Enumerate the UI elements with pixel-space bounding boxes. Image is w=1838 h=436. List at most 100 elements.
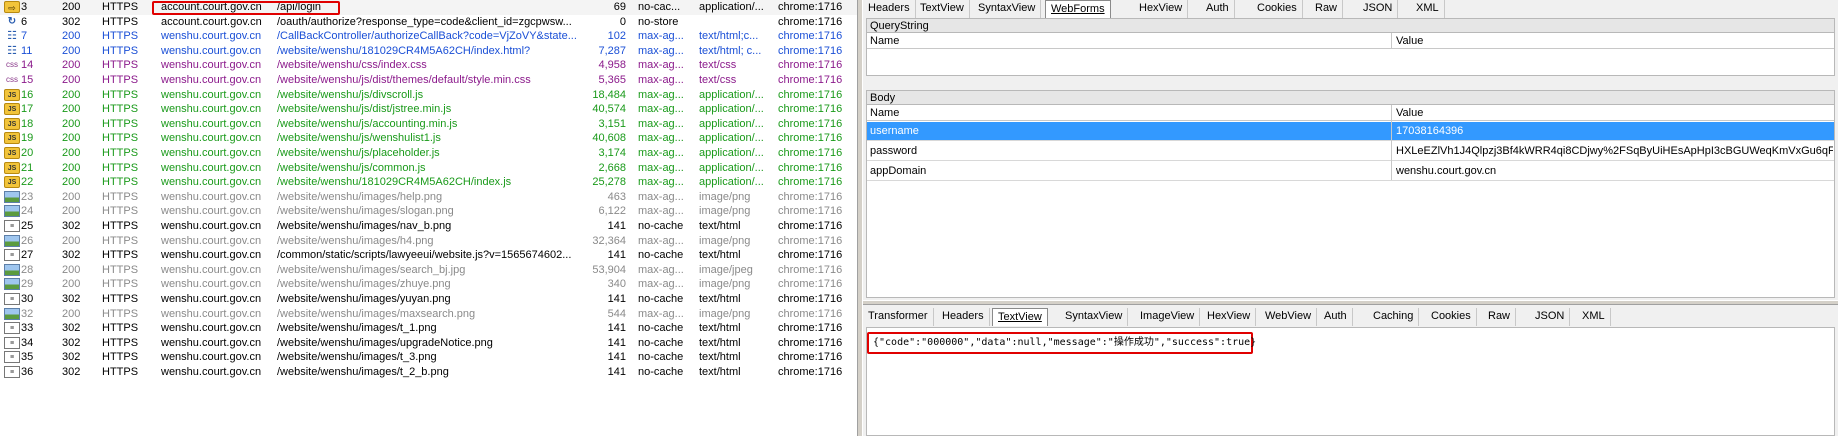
response-tab-webview[interactable]: WebView [1260, 308, 1318, 326]
session-host: wenshu.court.gov.cn [161, 44, 262, 57]
session-host: wenshu.court.gov.cn [161, 336, 262, 349]
response-tab-imageview[interactable]: ImageView [1135, 308, 1201, 326]
session-host: wenshu.court.gov.cn [161, 220, 262, 232]
param-name: username [870, 125, 919, 137]
response-tab-xml[interactable]: XML [1577, 308, 1611, 326]
session-url: /website/wenshu/images/t_2_b.png [277, 366, 449, 378]
request-tab-headers[interactable]: Headers [863, 0, 916, 18]
session-host: wenshu.court.gov.cn [161, 351, 262, 364]
session-row[interactable]: ≡ 35 302 HTTPS wenshu.court.gov.cn/website/w… [0, 350, 857, 365]
session-process: chrome:1716 [778, 293, 843, 305]
session-content-type: application/... [699, 117, 764, 130]
response-tab-caching[interactable]: Caching [1368, 308, 1420, 326]
session-protocol: HTTPS [102, 220, 139, 232]
response-tab-raw[interactable]: Raw [1483, 308, 1517, 326]
response-text[interactable]: {"code":"000000","data":null,"message":"… [873, 333, 1256, 348]
querystring-grid[interactable]: Name Value [866, 32, 1835, 76]
request-tab-cookies[interactable]: Cookies [1252, 0, 1303, 18]
request-tab-raw[interactable]: Raw [1310, 0, 1344, 18]
response-tab-cookies[interactable]: Cookies [1426, 308, 1477, 326]
session-host: wenshu.court.gov.cn [161, 161, 262, 174]
session-row[interactable]: JS 18 200 HTTPS wenshu.court.gov.cn/website/… [0, 117, 857, 132]
session-row[interactable]: css 14 200 HTTPS wenshu.court.gov.cn/website… [0, 58, 857, 73]
session-row[interactable]: ≡ 30 302 HTTPS wenshu.court.gov.cn/website/w… [0, 292, 857, 307]
session-content-type: text/html [699, 293, 741, 305]
session-row[interactable]: css 15 200 HTTPS wenshu.court.gov.cn/website… [0, 73, 857, 88]
js-icon: JS [4, 103, 20, 116]
session-body-size: 2,668 [598, 161, 626, 174]
response-tab-headers[interactable]: Headers [937, 308, 990, 326]
request-tab-syntaxview[interactable]: SyntaxView [973, 0, 1042, 18]
session-row[interactable]: 24 200 HTTPS wenshu.court.gov.cn/website/we… [0, 204, 857, 219]
session-host: wenshu.court.gov.cn [161, 249, 262, 262]
horizontal-splitter[interactable] [863, 300, 1838, 305]
session-content-type: text/html [699, 220, 741, 232]
body-param-row[interactable]: appDomain wenshu.court.gov.cn [867, 162, 1834, 181]
session-row[interactable]: ≡ 36 302 HTTPS wenshu.court.gov.cn/website/w… [0, 365, 857, 380]
session-row[interactable]: JS 16 200 HTTPS wenshu.court.gov.cn/website/… [0, 88, 857, 103]
session-row[interactable]: ≡ 25 302 HTTPS wenshu.court.gov.cn/website/w… [0, 219, 857, 234]
session-protocol: HTTPS [102, 30, 139, 43]
session-row[interactable]: 28 200 HTTPS wenshu.court.gov.cn/website/we… [0, 263, 857, 278]
response-tab-auth[interactable]: Auth [1319, 308, 1353, 326]
session-process: chrome:1716 [778, 190, 843, 203]
querystring-col-name[interactable]: Name [867, 33, 899, 49]
response-tab-textview[interactable]: TextView [992, 308, 1048, 326]
session-row[interactable]: JS 21 200 HTTPS wenshu.court.gov.cn/website/… [0, 161, 857, 176]
param-name: password [870, 145, 918, 157]
session-protocol: HTTPS [102, 293, 139, 305]
session-row[interactable]: 26 200 HTTPS wenshu.court.gov.cn/website/we… [0, 234, 857, 249]
body-param-row[interactable]: username 17038164396 [867, 122, 1834, 141]
html-icon: ☷ [7, 44, 17, 57]
body-grid[interactable]: Name Value username 17038164396 password HX… [866, 104, 1835, 298]
session-row[interactable]: ⇨ 3 200 HTTPS account.court.gov.cn/api/login… [0, 0, 857, 15]
session-process: chrome:1716 [778, 220, 843, 232]
session-row[interactable]: ☷ 11 200 HTTPS wenshu.court.gov.cn/website/w… [0, 44, 857, 59]
session-url: /website/wenshu/181029CR4M5A62CH/index.j… [277, 176, 512, 189]
session-body-size: 3,151 [598, 117, 626, 130]
column-divider[interactable] [1391, 33, 1392, 49]
column-divider[interactable] [1391, 105, 1392, 180]
session-content-type: application/... [699, 88, 764, 101]
session-row[interactable]: JS 19 200 HTTPS wenshu.court.gov.cn/website/… [0, 131, 857, 146]
request-tab-xml[interactable]: XML [1411, 0, 1445, 18]
session-row[interactable]: ≡ 34 302 HTTPS wenshu.court.gov.cn/website/w… [0, 336, 857, 351]
session-protocol: HTTPS [102, 147, 139, 159]
response-tab-transformer[interactable]: Transformer [863, 308, 934, 326]
session-list[interactable]: ⇨ 3 200 HTTPS account.court.gov.cn/api/login… [0, 0, 857, 436]
session-number: 28 [21, 263, 34, 276]
request-tab-hexview[interactable]: HexView [1134, 0, 1189, 18]
session-result: 302 [62, 366, 81, 378]
js-icon: JS [4, 132, 20, 145]
body-col-name[interactable]: Name [867, 105, 899, 121]
session-row[interactable]: 29 200 HTTPS wenshu.court.gov.cn/website/we… [0, 277, 857, 292]
session-row[interactable]: 23 200 HTTPS wenshu.court.gov.cn/website/we… [0, 190, 857, 205]
session-row[interactable]: 32 200 HTTPS wenshu.court.gov.cn/website/we… [0, 307, 857, 322]
response-tab-syntaxview[interactable]: SyntaxView [1060, 308, 1129, 326]
request-tab-webforms[interactable]: WebForms [1045, 0, 1111, 18]
querystring-col-value[interactable]: Value [1393, 33, 1423, 49]
session-number: 21 [21, 161, 34, 174]
request-tab-textview[interactable]: TextView [915, 0, 970, 18]
session-caching: no-cache [638, 336, 684, 349]
session-row[interactable]: JS 22 200 HTTPS wenshu.court.gov.cn/website/… [0, 175, 857, 190]
session-row[interactable]: ↻ 6 302 HTTPS account.court.gov.cn/oauth/aut… [0, 15, 857, 30]
response-tab-hexview[interactable]: HexView [1202, 308, 1257, 326]
session-row[interactable]: ☷ 7 200 HTTPS wenshu.court.gov.cn/CallBackCo… [0, 29, 857, 44]
session-process: chrome:1716 [778, 15, 843, 28]
response-tab-json[interactable]: JSON [1530, 308, 1571, 326]
request-tab-json[interactable]: JSON [1358, 0, 1399, 18]
session-number: 33 [21, 322, 34, 335]
body-col-value[interactable]: Value [1393, 105, 1423, 121]
session-caching: max-ag... [638, 103, 684, 116]
request-tab-auth[interactable]: Auth [1201, 0, 1235, 18]
session-number: 24 [21, 205, 34, 218]
session-row[interactable]: JS 20 200 HTTPS wenshu.court.gov.cn/website/… [0, 146, 857, 161]
response-textview[interactable]: {"code":"000000","data":null,"message":"… [866, 327, 1835, 436]
session-row[interactable]: ≡ 27 302 HTTPS wenshu.court.gov.cn/common/st… [0, 248, 857, 263]
session-body-size: 69 [613, 1, 626, 13]
session-host: account.court.gov.cn [161, 1, 262, 13]
session-row[interactable]: JS 17 200 HTTPS wenshu.court.gov.cn/website/… [0, 102, 857, 117]
session-row[interactable]: ≡ 33 302 HTTPS wenshu.court.gov.cn/website/w… [0, 321, 857, 336]
body-param-row[interactable]: password HXLeEZlVh1J4Qlpzj3Bf4kWRR4qi8CDj… [867, 142, 1834, 161]
